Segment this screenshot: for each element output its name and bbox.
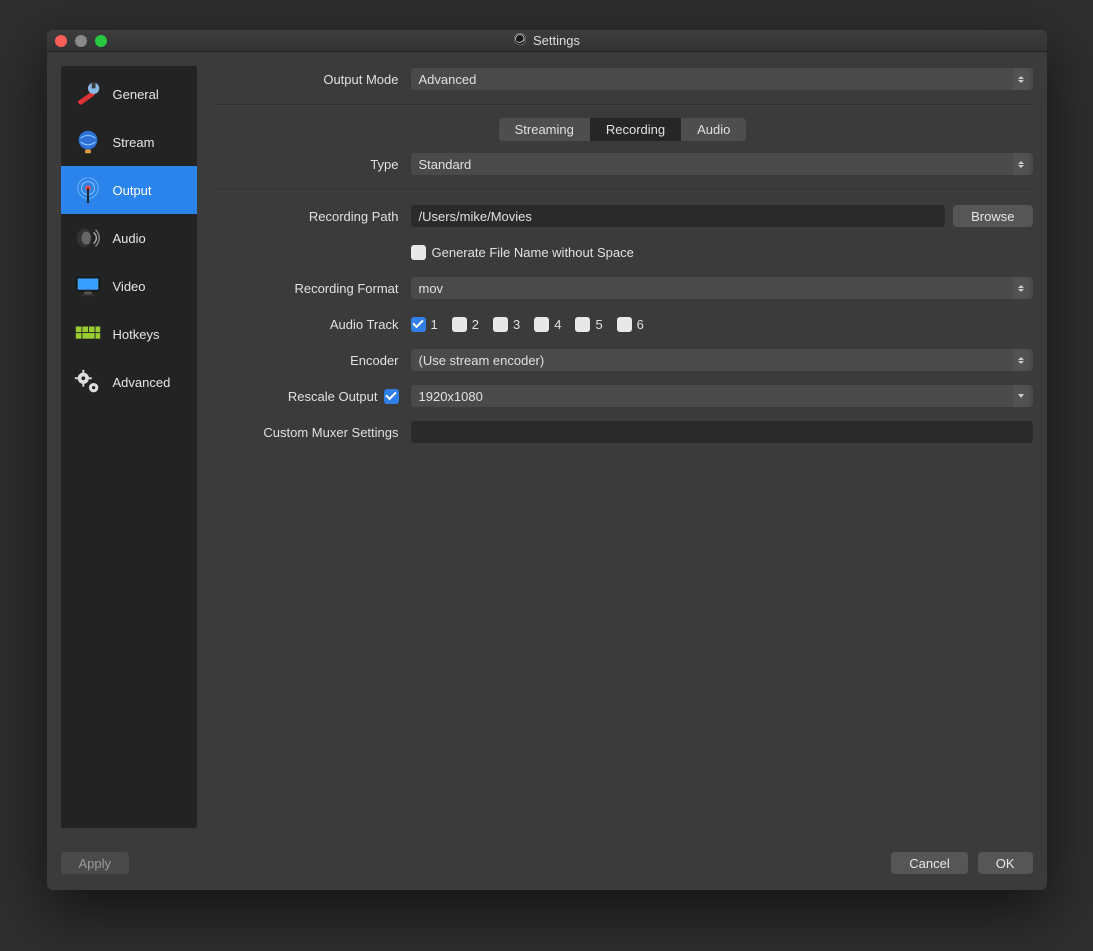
generate-filename-no-space-label: Generate File Name without Space (432, 245, 634, 260)
custom-muxer-input[interactable] (411, 421, 1033, 443)
chevrons-icon (1013, 153, 1029, 175)
audio-track-1-checkbox[interactable] (411, 317, 426, 332)
titlebar: Settings (47, 30, 1047, 52)
main-panel: Output Mode Advanced Streaming Recording… (213, 66, 1033, 828)
generate-filename-no-space-checkbox[interactable] (411, 245, 426, 260)
keyboard-icon (71, 317, 105, 351)
sidebar-item-label: Video (113, 279, 146, 294)
close-window-button[interactable] (55, 35, 67, 47)
sidebar-item-advanced[interactable]: Advanced (61, 358, 197, 406)
settings-window: Settings General Stream Output (47, 30, 1047, 890)
sidebar-item-label: General (113, 87, 159, 102)
audio-track-number: 3 (513, 317, 520, 332)
recording-path-label: Recording Path (213, 209, 403, 224)
chevrons-icon (1013, 68, 1029, 90)
output-mode-label: Output Mode (213, 72, 403, 87)
ok-button[interactable]: OK (978, 852, 1033, 874)
audio-track-2-checkbox[interactable] (452, 317, 467, 332)
window-controls (55, 35, 107, 47)
recording-path-input[interactable]: /Users/mike/Movies (411, 205, 946, 227)
chevrons-icon (1013, 349, 1029, 371)
apply-button[interactable]: Apply (61, 852, 130, 874)
sidebar-item-label: Audio (113, 231, 146, 246)
tab-recording[interactable]: Recording (590, 118, 681, 141)
cancel-button[interactable]: Cancel (891, 852, 967, 874)
obs-icon (513, 32, 527, 49)
type-select[interactable]: Standard (411, 153, 1033, 175)
dialog-footer: Apply Cancel OK (47, 842, 1047, 890)
tab-streaming[interactable]: Streaming (499, 118, 590, 141)
audio-track-4-checkbox[interactable] (534, 317, 549, 332)
sidebar-item-label: Output (113, 183, 152, 198)
window-title: Settings (47, 32, 1047, 49)
recording-format-select[interactable]: mov (411, 277, 1033, 299)
recording-format-label: Recording Format (213, 281, 403, 296)
encoder-select[interactable]: (Use stream encoder) (411, 349, 1033, 371)
output-mode-select[interactable]: Advanced (411, 68, 1033, 90)
separator (213, 189, 1033, 191)
audio-track-number: 4 (554, 317, 561, 332)
sidebar-item-stream[interactable]: Stream (61, 118, 197, 166)
audio-track-number: 2 (472, 317, 479, 332)
sidebar-item-label: Advanced (113, 375, 171, 390)
monitor-icon (71, 269, 105, 303)
encoder-label: Encoder (213, 353, 403, 368)
settings-sidebar: General Stream Output Audio (61, 66, 197, 828)
rescale-output-checkbox[interactable] (384, 389, 399, 404)
audio-track-5-checkbox[interactable] (575, 317, 590, 332)
sidebar-item-hotkeys[interactable]: Hotkeys (61, 310, 197, 358)
sidebar-item-label: Hotkeys (113, 327, 160, 342)
audio-track-6-checkbox[interactable] (617, 317, 632, 332)
audio-track-label: Audio Track (213, 317, 403, 332)
sidebar-item-label: Stream (113, 135, 155, 150)
rescale-output-select[interactable]: 1920x1080 (411, 385, 1033, 407)
custom-muxer-label: Custom Muxer Settings (213, 425, 403, 440)
rescale-output-label: Rescale Output (288, 389, 378, 404)
globe-icon (71, 125, 105, 159)
sidebar-item-output[interactable]: Output (61, 166, 197, 214)
sidebar-item-audio[interactable]: Audio (61, 214, 197, 262)
chevrons-icon (1013, 277, 1029, 299)
minimize-window-button[interactable] (75, 35, 87, 47)
speaker-icon (71, 221, 105, 255)
wrench-icon (71, 77, 105, 111)
audio-track-3-checkbox[interactable] (493, 317, 508, 332)
separator (213, 104, 1033, 106)
gears-icon (71, 365, 105, 399)
zoom-window-button[interactable] (95, 35, 107, 47)
type-label: Type (213, 157, 403, 172)
audio-track-number: 5 (595, 317, 602, 332)
chevron-down-icon (1013, 385, 1029, 407)
sidebar-item-video[interactable]: Video (61, 262, 197, 310)
browse-button[interactable]: Browse (953, 205, 1032, 227)
audio-track-number: 6 (637, 317, 644, 332)
audio-track-group: 1 2 3 4 5 6 (411, 317, 644, 332)
antenna-icon (71, 173, 105, 207)
output-tabs: Streaming Recording Audio (213, 118, 1033, 141)
sidebar-item-general[interactable]: General (61, 70, 197, 118)
tab-audio[interactable]: Audio (681, 118, 746, 141)
audio-track-number: 1 (431, 317, 438, 332)
